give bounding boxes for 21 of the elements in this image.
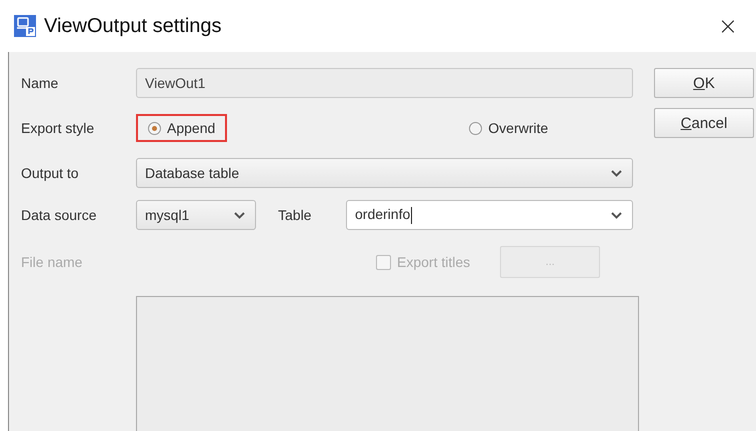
- ok-button[interactable]: OK: [654, 68, 754, 98]
- chevron-down-icon: [611, 170, 622, 176]
- window-app-icon: [14, 15, 36, 37]
- field-label: Export style: [21, 120, 96, 136]
- chevron-down-icon: [611, 212, 622, 218]
- field-label: Name: [21, 75, 60, 91]
- data-source-dropdown[interactable]: mysql1: [136, 200, 256, 230]
- field-label: Table: [277, 207, 312, 223]
- text-area[interactable]: [136, 296, 639, 431]
- close-button[interactable]: ×: [714, 12, 742, 40]
- field-label: Data source: [21, 207, 98, 223]
- radio-option[interactable]: Append: [136, 114, 228, 142]
- table-dropdown[interactable]: orderinfo: [346, 200, 633, 230]
- chevron-down-icon: [234, 212, 245, 218]
- field-label: Output to: [21, 165, 80, 181]
- radio-option[interactable]: Overwrite: [457, 114, 560, 142]
- field-label: File name: [21, 254, 84, 270]
- output-dropdown[interactable]: Database table: [136, 158, 633, 188]
- name-field[interactable]: ViewOut1: [136, 68, 633, 98]
- window-title: ViewOutput settings: [44, 14, 223, 38]
- cancel-button[interactable]: Cancel: [654, 108, 754, 138]
